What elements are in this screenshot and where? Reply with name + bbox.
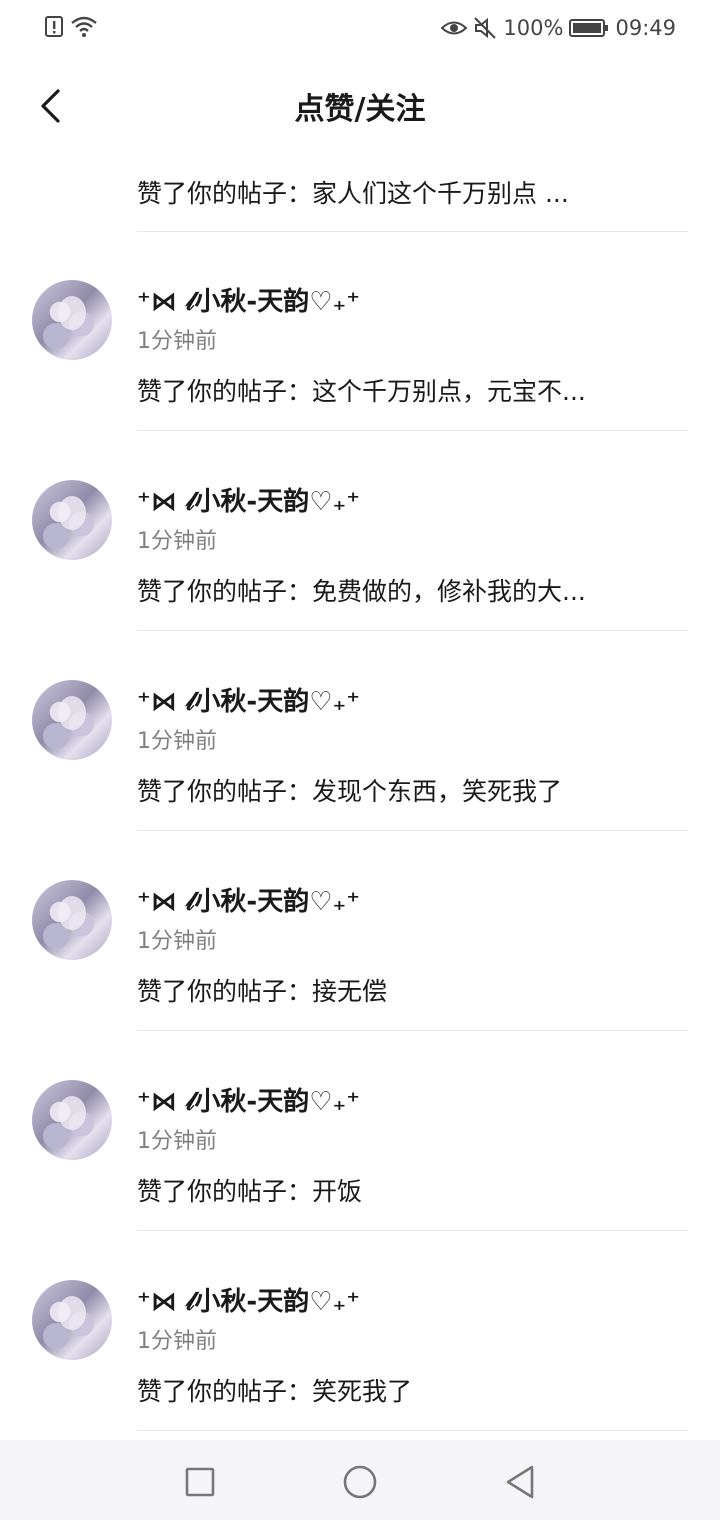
wifi-icon	[71, 16, 97, 37]
clock: 09:49	[615, 16, 676, 40]
status-right: 100% 09:49	[441, 14, 676, 42]
timestamp: 1分钟前	[137, 1129, 217, 1154]
action-text: 赞了你的帖子：接无偿	[137, 977, 388, 1006]
alert-icon	[45, 16, 63, 37]
eye-icon	[441, 21, 468, 35]
username[interactable]: ⁺⋈ 𝓁小秋-天韵♡₊⁺	[137, 681, 360, 718]
username[interactable]: ⁺⋈ 𝓁小秋-天韵♡₊⁺	[137, 881, 360, 918]
timestamp: 1分钟前	[137, 529, 217, 554]
avatar[interactable]	[32, 280, 112, 360]
avatar[interactable]	[32, 880, 112, 960]
timestamp: 1分钟前	[137, 329, 217, 354]
action-text: 赞了你的帖子：发现个东西，笑死我了	[137, 777, 563, 806]
username[interactable]: ⁺⋈ 𝓁小秋-天韵♡₊⁺	[137, 1281, 360, 1318]
recents-button[interactable]	[180, 1462, 220, 1502]
avatar[interactable]	[32, 1080, 112, 1160]
username[interactable]: ⁺⋈ 𝓁小秋-天韵♡₊⁺	[137, 1081, 360, 1118]
action-text: 赞了你的帖子：笑死我了	[137, 1377, 413, 1406]
list-item[interactable]: ⁺⋈ 𝓁小秋-天韵♡₊⁺ 1分钟前 赞了你的帖子：这个千万别点，元宝不...	[0, 231, 720, 431]
list-item[interactable]: ⁺⋈ 𝓁小秋-天韵♡₊⁺ 1分钟前 赞了你的帖子：免费做的，修补我的大...	[0, 431, 720, 631]
app-header: 点赞/关注	[0, 58, 720, 154]
notification-list[interactable]: 赞了你的帖子：家人们这个千万别点 ... ⁺⋈ 𝓁小秋-天韵♡₊⁺ 1分钟前 赞…	[0, 154, 720, 1440]
battery-percent: 100%	[503, 16, 564, 40]
system-nav-bar	[0, 1440, 720, 1520]
circle-icon	[343, 1465, 377, 1499]
square-icon	[185, 1467, 215, 1497]
battery-icon	[569, 19, 609, 37]
list-item[interactable]: ⁺⋈ 𝓁小秋-天韵♡₊⁺ 1分钟前 赞了你的帖子：开饭	[0, 1031, 720, 1231]
avatar[interactable]	[32, 480, 112, 560]
username[interactable]: ⁺⋈ 𝓁小秋-天韵♡₊⁺	[137, 481, 360, 518]
timestamp: 1分钟前	[137, 729, 217, 754]
status-bar: 100% 09:49	[0, 0, 720, 58]
status-left	[44, 14, 98, 38]
timestamp: 1分钟前	[137, 1329, 217, 1354]
timestamp: 1分钟前	[137, 929, 217, 954]
action-text: 赞了你的帖子：这个千万别点，元宝不...	[137, 377, 586, 406]
mute-icon	[474, 17, 497, 39]
action-text: 赞了你的帖子：家人们这个千万别点 ...	[137, 179, 569, 208]
username[interactable]: ⁺⋈ 𝓁小秋-天韵♡₊⁺	[137, 281, 360, 318]
avatar[interactable]	[32, 1280, 112, 1360]
triangle-back-icon	[506, 1465, 534, 1499]
action-text: 赞了你的帖子：开饭	[137, 1177, 363, 1206]
back-nav-button[interactable]	[500, 1462, 540, 1502]
home-button[interactable]	[340, 1462, 380, 1502]
list-item[interactable]: 赞了你的帖子：家人们这个千万别点 ...	[0, 154, 720, 232]
list-item[interactable]: ⁺⋈ 𝓁小秋-天韵♡₊⁺ 1分钟前 赞了你的帖子：接无偿	[0, 831, 720, 1031]
divider	[137, 1430, 688, 1431]
list-item[interactable]: ⁺⋈ 𝓁小秋-天韵♡₊⁺ 1分钟前 赞了你的帖子：笑死我了	[0, 1231, 720, 1431]
page-title: 点赞/关注	[294, 92, 426, 127]
avatar[interactable]	[32, 680, 112, 760]
list-item[interactable]: ⁺⋈ 𝓁小秋-天韵♡₊⁺ 1分钟前 赞了你的帖子：发现个东西，笑死我了	[0, 631, 720, 831]
action-text: 赞了你的帖子：免费做的，修补我的大...	[137, 577, 586, 606]
